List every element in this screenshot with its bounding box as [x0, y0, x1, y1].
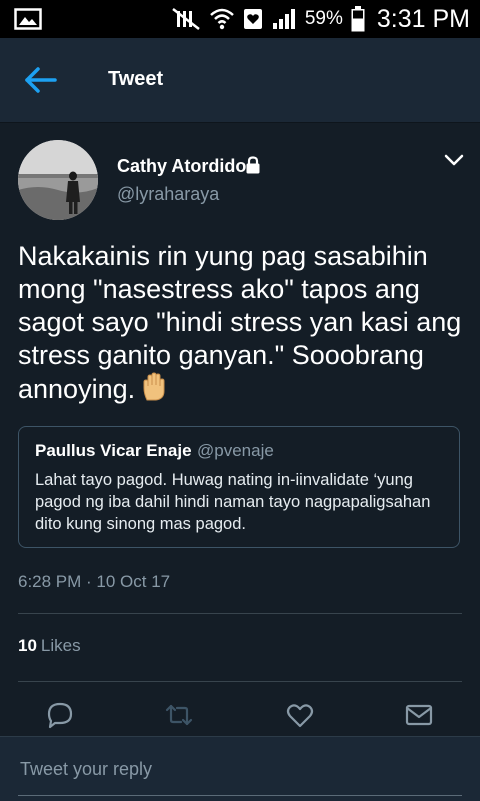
message-icon[interactable] [404, 700, 434, 730]
tweet-timestamp: 6:28 PM · 10 Oct 17 [18, 572, 171, 591]
quoted-author-handle: @pvenaje [197, 441, 274, 460]
tweet-text-body: Nakakainis rin yung pag sasabihin mong "… [18, 241, 462, 404]
divider [18, 681, 462, 682]
reply-composer [0, 736, 480, 801]
lock-icon [246, 156, 260, 174]
raised-hand-emoji [143, 372, 165, 401]
author-name[interactable]: Cathy Atordido [117, 156, 246, 177]
chevron-down-icon[interactable] [442, 150, 466, 170]
mute-icon [172, 8, 200, 30]
back-arrow-icon[interactable] [22, 64, 58, 96]
avatar[interactable] [18, 140, 98, 220]
wifi-icon [210, 8, 234, 30]
battery-percent: 59% [304, 8, 343, 29]
divider [18, 613, 462, 614]
reply-underline [18, 795, 462, 796]
status-bar: 59% 3:31 PM [0, 0, 480, 38]
status-time: 3:31 PM [376, 4, 470, 33]
tweet-text: Nakakainis rin yung pag sasabihin mong "… [18, 240, 468, 406]
quoted-tweet-text: Lahat tayo pagod. Huwag nating in-iinval… [35, 471, 431, 533]
likes-label: Likes [40, 636, 81, 655]
signal-icon [272, 9, 295, 29]
heart-notification-icon [243, 9, 262, 29]
reply-icon[interactable] [45, 700, 75, 730]
avatar-photo [18, 140, 98, 220]
reply-input[interactable] [18, 751, 466, 787]
battery-icon [351, 6, 365, 32]
image-icon [14, 8, 42, 30]
quoted-tweet[interactable]: Paullus Vicar Enaje @pvenaje Lahat tayo … [18, 426, 460, 548]
likes-count-link[interactable]: 10 Likes [18, 636, 81, 656]
retweet-icon[interactable] [164, 700, 194, 730]
author-handle[interactable]: @lyraharaya [117, 184, 219, 205]
page-title: Tweet [108, 68, 164, 90]
likes-count: 10 [18, 636, 37, 655]
quoted-author-name: Paullus Vicar Enaje [35, 441, 192, 460]
tweet-actions [0, 700, 480, 734]
like-icon[interactable] [285, 700, 315, 730]
app-header: Tweet [0, 38, 480, 123]
